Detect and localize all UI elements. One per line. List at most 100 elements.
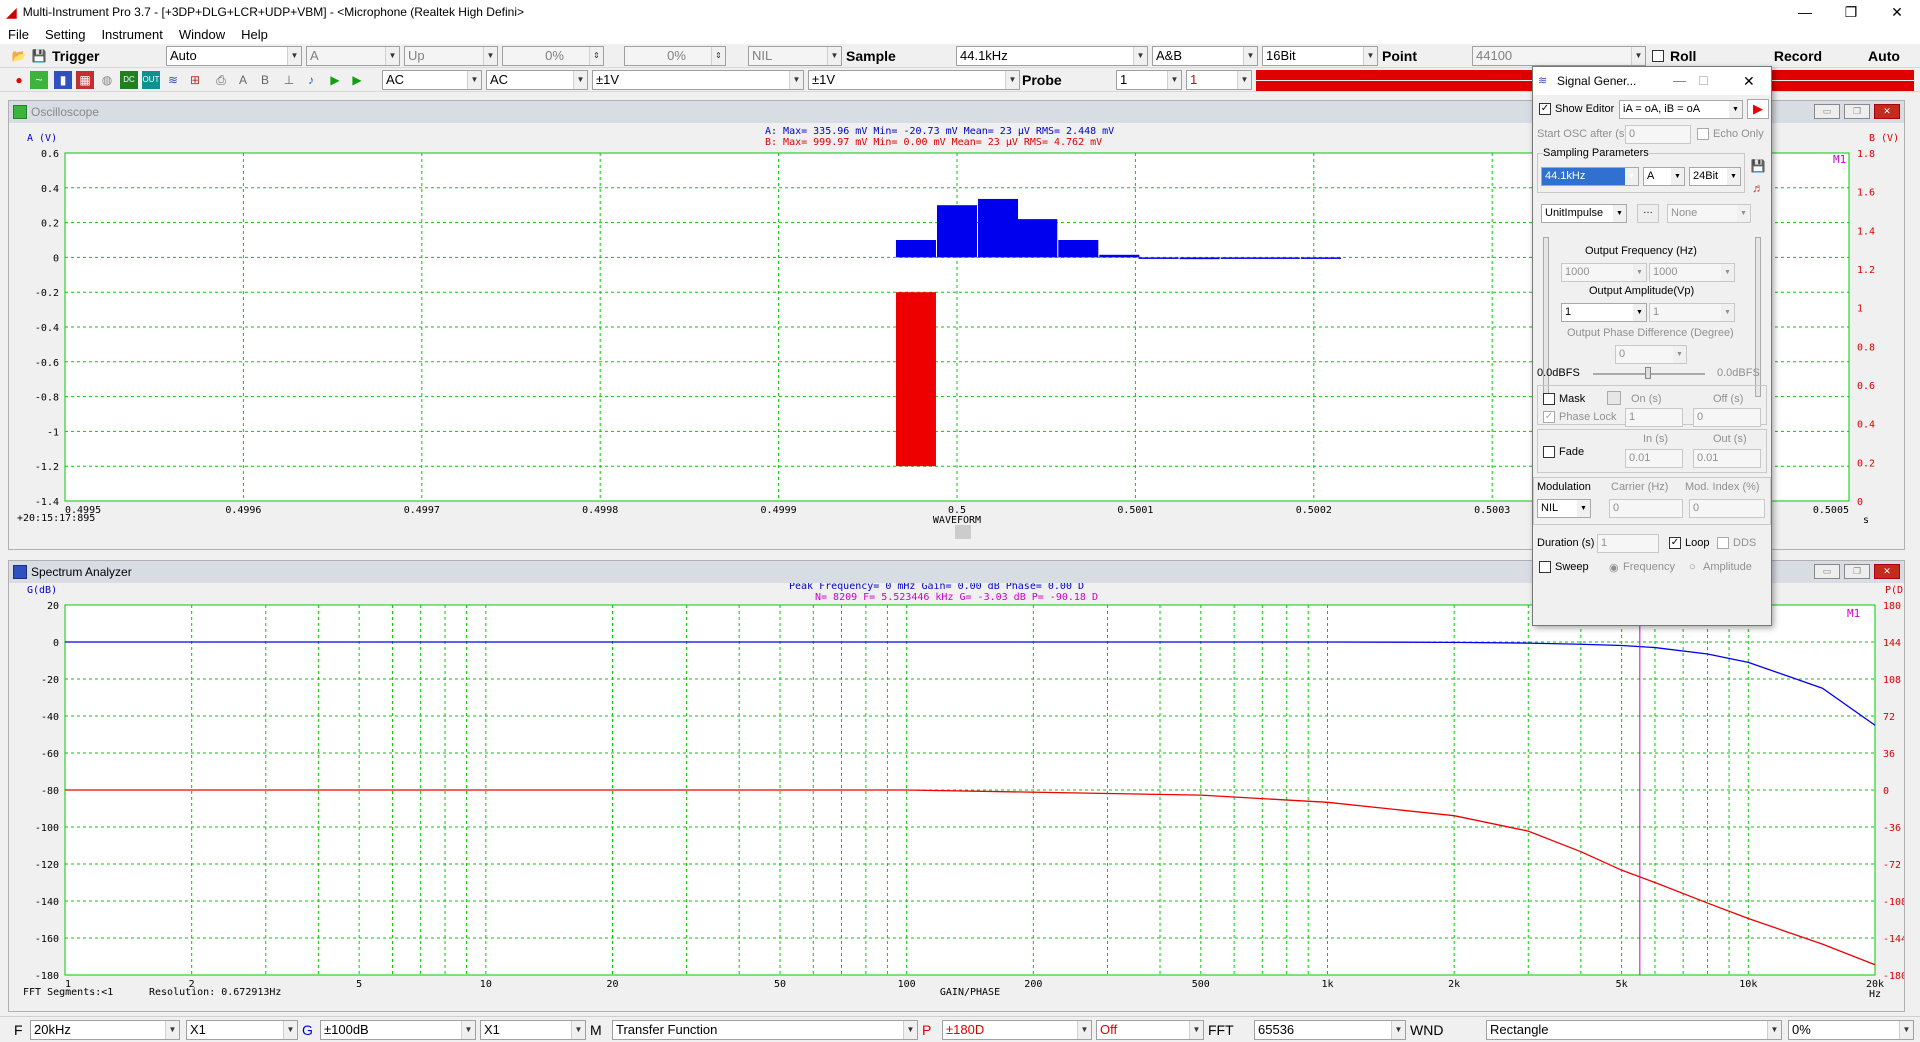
menu-instrument[interactable]: Instrument — [93, 27, 170, 42]
save-icon[interactable]: 💾 — [30, 47, 48, 65]
panel-restore-button[interactable]: ❐ — [1844, 104, 1870, 119]
siggen-channel-select[interactable]: A ▼ — [1643, 167, 1685, 186]
dvm-icon[interactable]: OUT — [142, 71, 160, 89]
play-once-icon[interactable]: ▶ — [348, 71, 366, 89]
window-func-select[interactable]: Rectangle ▼ — [1486, 1020, 1782, 1040]
echo-only-checkbox[interactable] — [1697, 128, 1709, 140]
probe-b-select[interactable]: 1 ▼ — [1186, 70, 1252, 90]
panel-close-button[interactable]: ✕ — [1874, 104, 1900, 119]
menu-window[interactable]: Window — [171, 27, 233, 42]
printer-icon[interactable]: ⎙ — [212, 71, 230, 89]
sweep-frequency-radio[interactable]: ◉ — [1609, 561, 1619, 574]
close-button[interactable]: ✕ — [1743, 67, 1755, 95]
waveform2-select[interactable]: None ▼ — [1667, 204, 1751, 223]
mask-on-input[interactable]: 1 — [1625, 408, 1683, 427]
loop-checkbox[interactable]: ✓ — [1669, 537, 1681, 549]
phase-range-select[interactable]: ±180D ▼ — [942, 1020, 1092, 1040]
menu-file[interactable]: File — [0, 27, 37, 42]
play-icon[interactable]: ▶ — [326, 71, 344, 89]
gain-range-select[interactable]: ±100dB ▼ — [320, 1020, 476, 1040]
panel-close-button[interactable]: ✕ — [1874, 564, 1900, 579]
range-a-select[interactable]: ±1V ▼ — [592, 70, 804, 90]
formula-select[interactable]: iA = oA, iB = oA ▼ — [1619, 100, 1743, 119]
probe-a-select[interactable]: 1 ▼ — [1116, 70, 1182, 90]
record-button[interactable]: Record — [1746, 46, 1850, 66]
roll-checkbox[interactable] — [1652, 50, 1664, 62]
points-select[interactable]: 44100 ▼ — [1472, 46, 1646, 66]
mask-options-button[interactable] — [1607, 391, 1621, 405]
trigger-mode-select[interactable]: Auto ▼ — [166, 46, 302, 66]
channel-select[interactable]: A&B ▼ — [1152, 46, 1258, 66]
dds-icon[interactable]: ⊞ — [186, 71, 204, 89]
siggen-bits-select[interactable]: 24Bit ▼ — [1689, 167, 1741, 186]
phase-offset-select[interactable]: Off ▼ — [1096, 1020, 1204, 1040]
maximize-button[interactable]: ❐ — [1828, 0, 1874, 24]
panel-restore-button[interactable]: ❐ — [1844, 564, 1870, 579]
pretrigger-stepper[interactable]: 0% ⇕ — [624, 46, 726, 66]
fade-in-input[interactable]: 0.01 — [1625, 449, 1683, 468]
freq-range-select[interactable]: 20kHz ▼ — [30, 1020, 180, 1040]
range-b-select[interactable]: ±1V ▼ — [808, 70, 1020, 90]
phase-diff-select[interactable]: 0 ▼ — [1615, 345, 1687, 364]
menu-help[interactable]: Help — [233, 27, 276, 42]
mod-index-input[interactable]: 0 — [1689, 499, 1765, 518]
dmm-icon[interactable]: DC — [120, 71, 138, 89]
siggen-rate-select[interactable]: 44.1kHz ▼ — [1541, 167, 1639, 186]
fft-size-select[interactable]: 65536 ▼ — [1254, 1020, 1406, 1040]
spectroplot-icon[interactable]: ◍ — [98, 71, 116, 89]
mask-off-input[interactable]: 0 — [1693, 408, 1761, 427]
start-osc-input[interactable]: 0 — [1625, 125, 1691, 144]
signal-gen-icon[interactable]: ≋ — [164, 71, 182, 89]
dds-checkbox[interactable] — [1717, 537, 1729, 549]
gain-zoom-select[interactable]: X1 ▼ — [480, 1020, 586, 1040]
save-icon[interactable]: 💾 — [1749, 159, 1767, 177]
fade-checkbox[interactable] — [1543, 446, 1555, 458]
waveform-select[interactable]: UnitImpulse ▼ — [1541, 204, 1627, 223]
freq-zoom-select[interactable]: X1 ▼ — [186, 1020, 298, 1040]
fade-out-input[interactable]: 0.01 — [1693, 449, 1761, 468]
play-icon[interactable]: ▶ — [1747, 99, 1769, 119]
sweep-checkbox[interactable] — [1539, 561, 1551, 573]
show-editor-checkbox[interactable]: ✓ — [1539, 103, 1551, 115]
oscilloscope-icon[interactable]: ~ — [30, 71, 48, 89]
duration-input[interactable]: 1 — [1597, 534, 1659, 553]
bit-depth-select[interactable]: 16Bit ▼ — [1262, 46, 1378, 66]
minimize-button[interactable]: — — [1782, 0, 1828, 24]
close-button[interactable]: ✕ — [1874, 0, 1920, 24]
mode-select[interactable]: Transfer Function ▼ — [612, 1020, 918, 1040]
coupling-b-select[interactable]: AC ▼ — [486, 70, 588, 90]
sweep-amplitude-radio[interactable]: ○ — [1689, 561, 1696, 573]
amp-b-select[interactable]: 1 ▼ — [1649, 303, 1735, 322]
minimize-button[interactable]: — — [1673, 67, 1686, 95]
panel-minimize-button[interactable]: ▭ — [1814, 104, 1840, 119]
open-folder-icon[interactable]: 📂 — [10, 47, 28, 65]
record-dot-icon[interactable]: ● — [10, 71, 28, 89]
spectrum-chart[interactable]: 200-20-40-60-80-100-120-140-160-18018014… — [9, 583, 1904, 1011]
trigger-channel-select[interactable]: A ▼ — [306, 46, 400, 66]
freq-a-select[interactable]: 1000 ▼ — [1561, 263, 1647, 282]
modulation-select[interactable]: NIL ▼ — [1537, 499, 1591, 518]
phase-lock-checkbox[interactable]: ✓ — [1543, 411, 1555, 423]
freq-b-select[interactable]: 1000 ▼ — [1649, 263, 1735, 282]
trigger-source-select[interactable]: NIL ▼ — [748, 46, 842, 66]
maximize-button[interactable]: ☐ — [1698, 67, 1709, 95]
music-note-icon[interactable]: ♬ — [1749, 181, 1767, 199]
waveform-options-button[interactable]: … — [1637, 204, 1659, 223]
cursor-a-icon[interactable]: A — [234, 71, 252, 89]
amp-a-select[interactable]: 1 ▼ — [1561, 303, 1647, 322]
mask-checkbox[interactable] — [1543, 393, 1555, 405]
carrier-input[interactable]: 0 — [1609, 499, 1683, 518]
panel-minimize-button[interactable]: ▭ — [1814, 564, 1840, 579]
spectrum-3d-icon[interactable]: ▦ — [76, 71, 94, 89]
coupling-a-select[interactable]: AC ▼ — [382, 70, 482, 90]
speaker-icon[interactable]: ♪ — [302, 71, 320, 89]
sample-rate-select[interactable]: 44.1kHz ▼ — [956, 46, 1148, 66]
label-icon[interactable]: ⊥ — [280, 71, 298, 89]
trigger-level-stepper[interactable]: 0% ⇕ — [502, 46, 604, 66]
menu-setting[interactable]: Setting — [37, 27, 93, 42]
cursor-b-icon[interactable]: B — [256, 71, 274, 89]
spectrum-icon[interactable]: ▮ — [54, 71, 72, 89]
overlap-select[interactable]: 0% ▼ — [1788, 1020, 1914, 1040]
trigger-edge-select[interactable]: Up ▼ — [404, 46, 498, 66]
balance-slider-handle[interactable] — [1645, 367, 1651, 379]
